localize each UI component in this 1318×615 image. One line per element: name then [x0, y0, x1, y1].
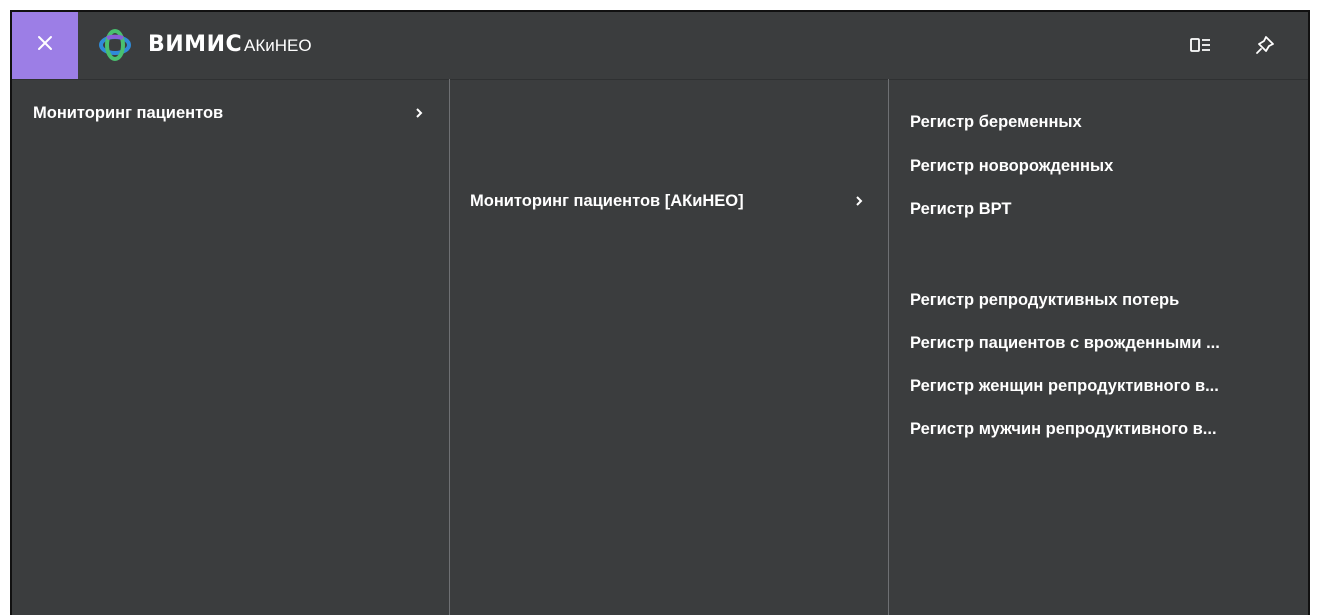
menu-item-pregnant-register[interactable]: Регистр беременных: [888, 107, 1308, 137]
top-bar: ВИМИС АКиНЕО: [12, 12, 1308, 80]
menu-item-patient-monitoring-akineo[interactable]: Мониторинг пациентов [АКиНЕО]: [449, 186, 888, 216]
layout-list-icon[interactable]: [1188, 32, 1214, 58]
menu-column-2: Мониторинг пациентов [АКиНЕО]: [449, 79, 889, 615]
app-window: ВИМИС АКиНЕО Мониторинг пациентов Монито…: [10, 10, 1310, 615]
close-icon: [37, 35, 53, 56]
menu-item-label: Регистр пациентов с врожденными ...: [910, 333, 1220, 352]
menu-item-label: Мониторинг пациентов [АКиНЕО]: [470, 191, 744, 210]
menu-item-label: Регистр женщин репродуктивного в...: [910, 376, 1219, 395]
chevron-right-icon: [415, 104, 425, 122]
menu-item-reproductive-losses-register[interactable]: Регистр репродуктивных потерь: [888, 285, 1308, 315]
menu-item-label: Регистр мужчин репродуктивного в...: [910, 419, 1217, 438]
menu-item-men-reproductive-register[interactable]: Регистр мужчин репродуктивного в...: [888, 414, 1308, 444]
menu-item-patient-monitoring[interactable]: Мониторинг пациентов: [12, 98, 449, 128]
menu-item-women-reproductive-register[interactable]: Регистр женщин репродуктивного в...: [888, 371, 1308, 401]
menu-item-label: Мониторинг пациентов: [33, 103, 224, 122]
brand-name: ВИМИС: [148, 32, 243, 57]
menu-item-newborn-register[interactable]: Регистр новорожденных: [888, 151, 1308, 181]
pin-icon[interactable]: [1252, 32, 1278, 58]
menu-column-3: Регистр беременных Регистр новорожденных…: [888, 79, 1308, 615]
logo-icon: [98, 28, 132, 62]
menu-item-label: Регистр репродуктивных потерь: [910, 290, 1180, 309]
menu-item-art-register[interactable]: Регистр ВРТ: [888, 194, 1308, 224]
menu-column-1: Мониторинг пациентов: [12, 79, 450, 615]
menu-item-label: Регистр беременных: [910, 112, 1082, 131]
product-name: АКиНЕО: [244, 36, 312, 55]
close-button[interactable]: [12, 12, 78, 79]
menu-item-congenital-register[interactable]: Регистр пациентов с врожденными ...: [888, 328, 1308, 358]
chevron-right-icon: [855, 192, 865, 210]
menu-item-label: Регистр ВРТ: [910, 199, 1012, 218]
menu-item-label: Регистр новорожденных: [910, 156, 1114, 175]
